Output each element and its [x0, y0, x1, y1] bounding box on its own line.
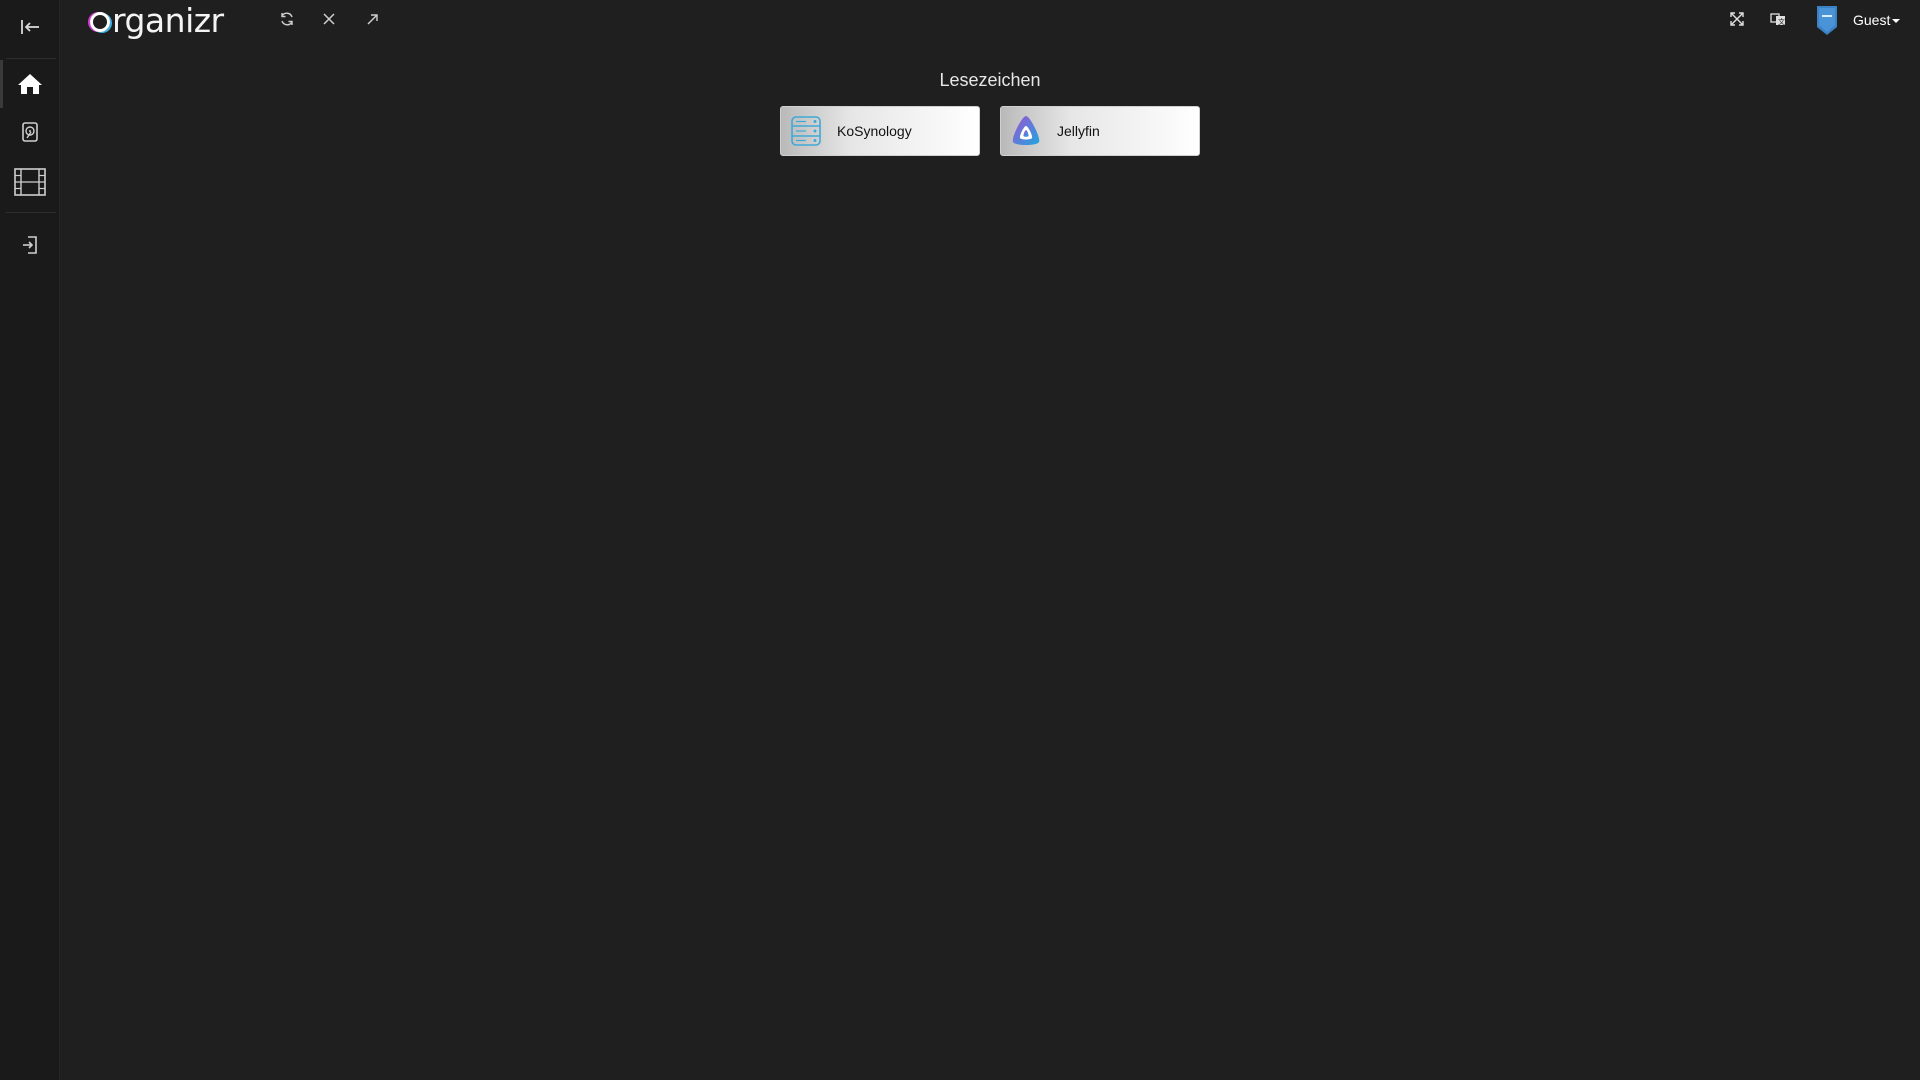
open-new-window-button[interactable]: [360, 6, 386, 32]
logo-ring-icon: [90, 12, 110, 32]
user-menu[interactable]: Guest: [1815, 0, 1901, 40]
fullscreen-icon: [1730, 12, 1744, 26]
collapse-left-icon: [20, 20, 39, 34]
sidebar-item-home[interactable]: [0, 60, 59, 108]
svg-text:文: 文: [1778, 17, 1785, 26]
chevron-down-icon: [1892, 19, 1901, 23]
logo-text: rganizr: [112, 0, 224, 40]
translate-icon: 文: [1770, 13, 1785, 26]
close-icon: [323, 13, 335, 25]
bookmark-label: KoSynology: [837, 123, 912, 139]
language-button[interactable]: 文: [1765, 6, 1791, 32]
reload-tab-button[interactable]: [274, 6, 300, 32]
fullscreen-button[interactable]: [1724, 6, 1750, 32]
sidebar-item-movies[interactable]: [0, 158, 59, 206]
user-name: Guest: [1853, 12, 1891, 28]
organizr-logo[interactable]: rganizr: [90, 0, 224, 40]
server-icon: [789, 114, 823, 148]
sidebar-item-login[interactable]: [0, 221, 59, 269]
login-icon: [22, 236, 37, 254]
open-new-window-icon: [367, 14, 378, 25]
sidebar-divider: [6, 58, 56, 59]
film-icon: [13, 168, 46, 196]
sidebar-divider: [6, 212, 56, 213]
hard-drive-icon: [21, 122, 38, 142]
close-tab-button[interactable]: [316, 6, 342, 32]
bookmark-jellyfin[interactable]: Jellyfin: [1000, 106, 1200, 156]
collapse-sidebar-button[interactable]: [0, 3, 59, 51]
bookmark-kosynology[interactable]: KoSynology: [780, 106, 980, 156]
reload-icon: [281, 12, 293, 26]
jellyfin-icon: [1009, 114, 1043, 148]
shield-avatar-icon: [1817, 6, 1837, 35]
home-icon: [17, 74, 42, 94]
section-title: Lesezeichen: [939, 70, 1041, 90]
sidebar: [0, 0, 60, 1080]
bookmark-label: Jellyfin: [1057, 123, 1100, 139]
sidebar-item-hdd[interactable]: [0, 108, 59, 156]
